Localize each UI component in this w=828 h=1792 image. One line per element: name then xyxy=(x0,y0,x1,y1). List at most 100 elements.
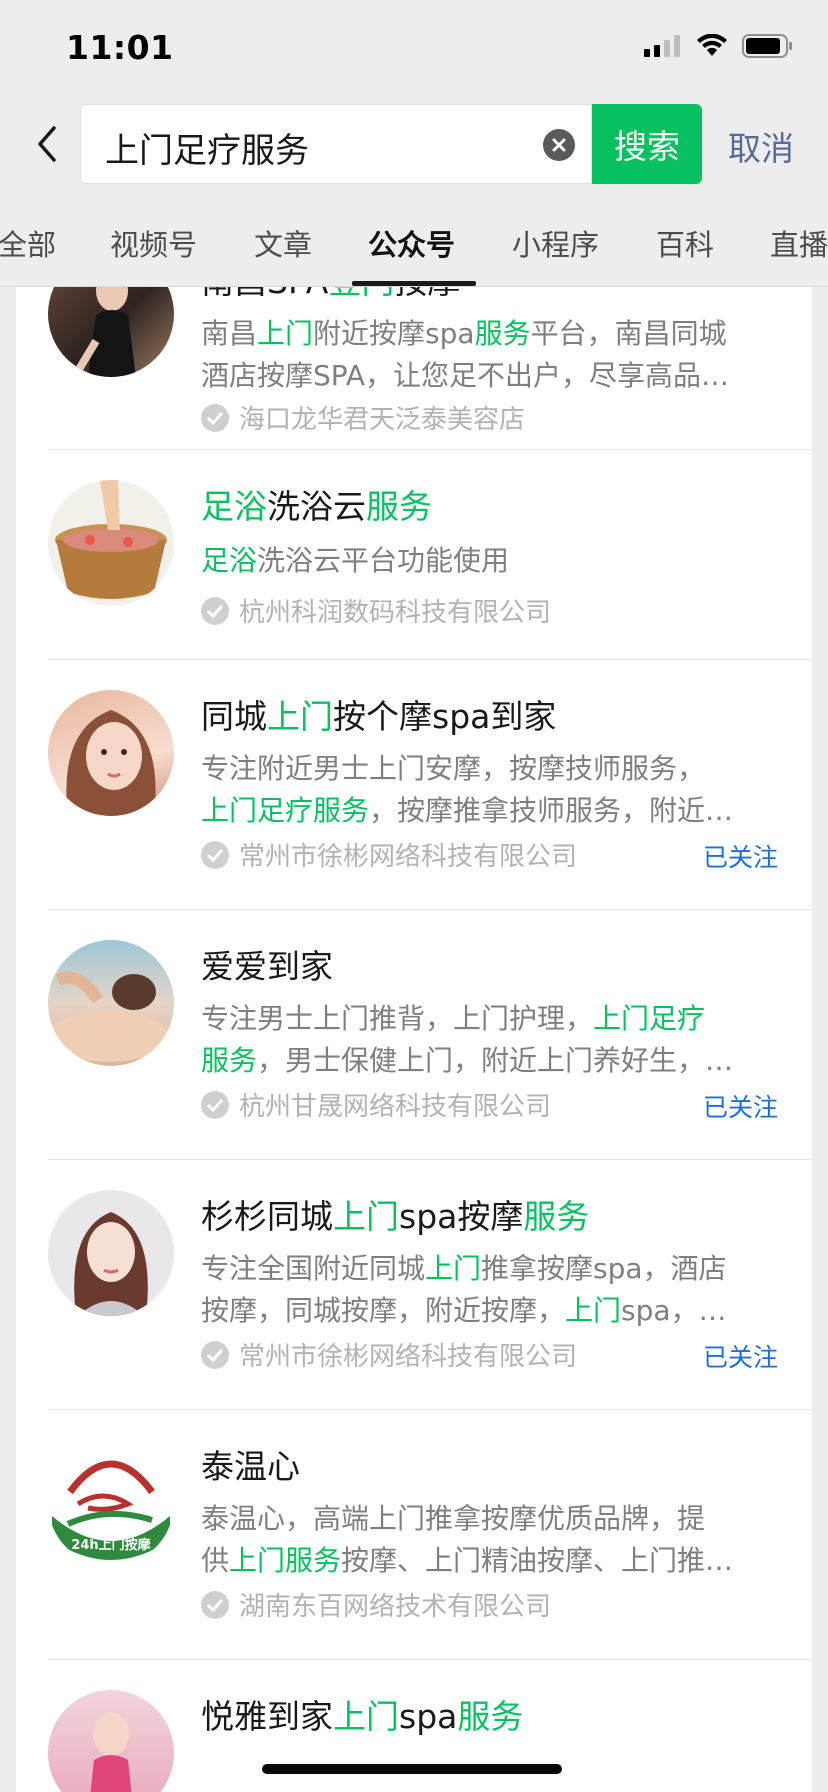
desc-highlight: 上门 xyxy=(565,1294,622,1327)
result-description: 专注男士上门推背，上门护理，上门足疗 服务，男士保健上门，附近上门养好生，… xyxy=(201,998,781,1082)
search-bar: 上门足疗服务 搜索 取消 xyxy=(0,96,828,192)
title-text: 泰温心 xyxy=(201,1447,300,1486)
result-title: 杉杉同城上门spa按摩服务 xyxy=(201,1190,589,1238)
title-text: 爱爱到家 xyxy=(201,947,333,986)
desc-highlight: 足浴 xyxy=(201,544,258,577)
title-highlight: 服务 xyxy=(366,487,432,526)
search-input[interactable]: 上门足疗服务 xyxy=(80,104,592,184)
org-name: 湖南东百网络技术有限公司 xyxy=(239,1592,552,1622)
result-title: 爱爱到家 xyxy=(201,940,333,988)
list-item[interactable]: 爱爱到家 专注男士上门推背，上门护理，上门足疗 服务，男士保健上门，附近上门养好… xyxy=(16,910,812,1160)
avatar xyxy=(48,480,174,606)
avatar xyxy=(48,940,174,1066)
desc-text: 酒店按摩SPA，让您足不出户，尽享高品… xyxy=(201,359,730,392)
org-name: 海口龙华君天泛泰美容店 xyxy=(239,405,526,435)
tab-mini-programs[interactable]: 小程序 xyxy=(512,222,599,264)
desc-highlight: 上门 xyxy=(425,1252,482,1285)
list-item[interactable]: 足浴洗浴云服务 足浴洗浴云平台功能使用 杭州科润数码科技有限公司 xyxy=(16,450,812,660)
result-title: 同城上门按个摩spa到家 xyxy=(201,690,556,738)
result-description: 南昌上门附近按摩spa服务平台，南昌同城 酒店按摩SPA，让您足不出户，尽享高品… xyxy=(201,313,781,397)
tab-channels[interactable]: 视频号 xyxy=(110,222,197,264)
desc-highlight: 上门足疗 xyxy=(593,1002,706,1035)
org-name: 常州市徐彬网络科技有限公司 xyxy=(239,1342,578,1372)
signal-icon xyxy=(644,35,680,57)
title-highlight: 服务 xyxy=(457,1697,524,1736)
list-item[interactable]: 24h上门按摩 泰温心 泰温心，高端上门推拿按摩优质品牌，提 供上门服务按摩、上… xyxy=(16,1410,812,1660)
desc-text: 专注男士上门推背，上门护理， xyxy=(201,1002,594,1035)
result-description: 专注全国附近同城上门推拿按摩spa，酒店 按摩，同城按摩，附近按摩，上门spa，… xyxy=(201,1248,781,1332)
title-highlight: 登门 xyxy=(328,287,394,301)
title-highlight: 上门 xyxy=(333,1197,399,1236)
avatar xyxy=(48,1190,174,1316)
desc-text: 平台，南昌同城 xyxy=(530,317,727,350)
verified-icon xyxy=(201,1340,229,1369)
desc-highlight: 上门足疗服务 xyxy=(201,794,370,827)
desc-text: 按摩、上门精油按摩、上门推… xyxy=(341,1544,734,1577)
tab-live[interactable]: 直播 xyxy=(770,222,828,264)
result-title: 悦雅到家上门spa服务 xyxy=(201,1690,523,1738)
list-item[interactable]: 同城上门按个摩spa到家 专注附近男士上门安摩，按摩技师服务， 上门足疗服务，按… xyxy=(16,660,812,910)
desc-text: 按摩，同城按摩，附近按摩， xyxy=(201,1294,566,1327)
avatar xyxy=(48,1690,174,1792)
status-icons xyxy=(644,34,794,58)
desc-text: 专注附近男士上门安摩，按摩技师服务， xyxy=(201,752,706,785)
desc-highlight: 服务 xyxy=(201,1044,258,1077)
battery-icon xyxy=(742,34,792,58)
title-highlight: 足浴 xyxy=(201,487,267,526)
clear-icon[interactable] xyxy=(543,129,575,161)
tab-encyclopedia[interactable]: 百科 xyxy=(656,222,714,264)
result-org: 杭州甘晟网络科技有限公司 xyxy=(201,1086,551,1123)
title-text: 南昌SPA xyxy=(201,287,328,301)
avatar xyxy=(48,287,174,377)
title-highlight: 服务 xyxy=(523,1197,590,1236)
desc-text: 推拿按摩spa，酒店 xyxy=(481,1252,727,1285)
result-org: 常州市徐彬网络科技有限公司 xyxy=(201,1336,577,1373)
title-text: 悦雅到家 xyxy=(201,1697,333,1736)
org-name: 杭州科润数码科技有限公司 xyxy=(239,598,552,628)
verified-icon xyxy=(201,403,229,432)
list-item[interactable]: 杉杉同城上门spa按摩服务 专注全国附近同城上门推拿按摩spa，酒店 按摩，同城… xyxy=(16,1160,812,1410)
desc-text: 供 xyxy=(201,1544,230,1577)
avatar: 24h上门按摩 xyxy=(48,1440,174,1566)
result-description: 泰温心，高端上门推拿按摩优质品牌，提 供上门服务按摩、上门精油按摩、上门推… xyxy=(201,1498,781,1582)
search-query[interactable]: 上门足疗服务 xyxy=(105,123,309,172)
home-indicator[interactable] xyxy=(262,1764,562,1774)
org-name: 常州市徐彬网络科技有限公司 xyxy=(239,842,578,872)
desc-text: ，按摩推拿技师服务，附近… xyxy=(369,794,734,827)
result-org: 杭州科润数码科技有限公司 xyxy=(201,592,551,629)
status-time: 11:01 xyxy=(66,28,174,67)
verified-icon xyxy=(201,596,229,625)
list-item[interactable]: 南昌SPA登门按摩 南昌上门附近按摩spa服务平台，南昌同城 酒店按摩SPA，让… xyxy=(16,287,812,450)
tab-official-accounts[interactable]: 公众号 xyxy=(368,222,455,264)
desc-text: 南昌 xyxy=(201,317,258,350)
desc-text: 泰温心，高端上门推拿按摩优质品牌，提 xyxy=(201,1502,706,1535)
result-org: 海口龙华君天泛泰美容店 xyxy=(201,399,525,436)
desc-highlight: 上门服务 xyxy=(229,1544,342,1577)
org-name: 杭州甘晟网络科技有限公司 xyxy=(239,1092,552,1122)
tab-all[interactable]: 全部 xyxy=(0,222,56,264)
result-org: 湖南东百网络技术有限公司 xyxy=(201,1586,551,1623)
followed-badge: 已关注 xyxy=(702,1093,778,1122)
back-icon[interactable] xyxy=(28,120,68,168)
title-highlight: 上门 xyxy=(333,1697,399,1736)
desc-text: 洗浴云平台功能使用 xyxy=(257,544,510,577)
category-tabs: 全部 视频号 文章 公众号 小程序 百科 直播 xyxy=(0,192,828,287)
desc-highlight: 服务 xyxy=(474,317,531,350)
status-bar: 11:01 xyxy=(0,0,828,96)
result-org: 常州市徐彬网络科技有限公司 xyxy=(201,836,577,873)
result-title: 足浴洗浴云服务 xyxy=(201,480,432,528)
verified-icon xyxy=(201,840,229,869)
title-text: 杉杉同城 xyxy=(201,1197,333,1236)
title-text: 按个摩spa到家 xyxy=(333,697,557,736)
cancel-button[interactable]: 取消 xyxy=(728,122,794,170)
result-title: 南昌SPA登门按摩 xyxy=(201,287,460,303)
title-text: 同城 xyxy=(201,697,267,736)
result-description: 专注附近男士上门安摩，按摩技师服务， 上门足疗服务，按摩推拿技师服务，附近… xyxy=(201,748,781,832)
title-text: spa按摩 xyxy=(399,1197,524,1236)
search-button[interactable]: 搜索 xyxy=(592,104,702,184)
tab-articles[interactable]: 文章 xyxy=(254,222,312,264)
title-text: 洗浴云 xyxy=(267,487,366,526)
followed-badge: 已关注 xyxy=(702,843,778,872)
desc-text: 专注全国附近同城 xyxy=(201,1252,426,1285)
desc-text: ，男士保健上门，附近上门养好生，… xyxy=(257,1044,734,1077)
